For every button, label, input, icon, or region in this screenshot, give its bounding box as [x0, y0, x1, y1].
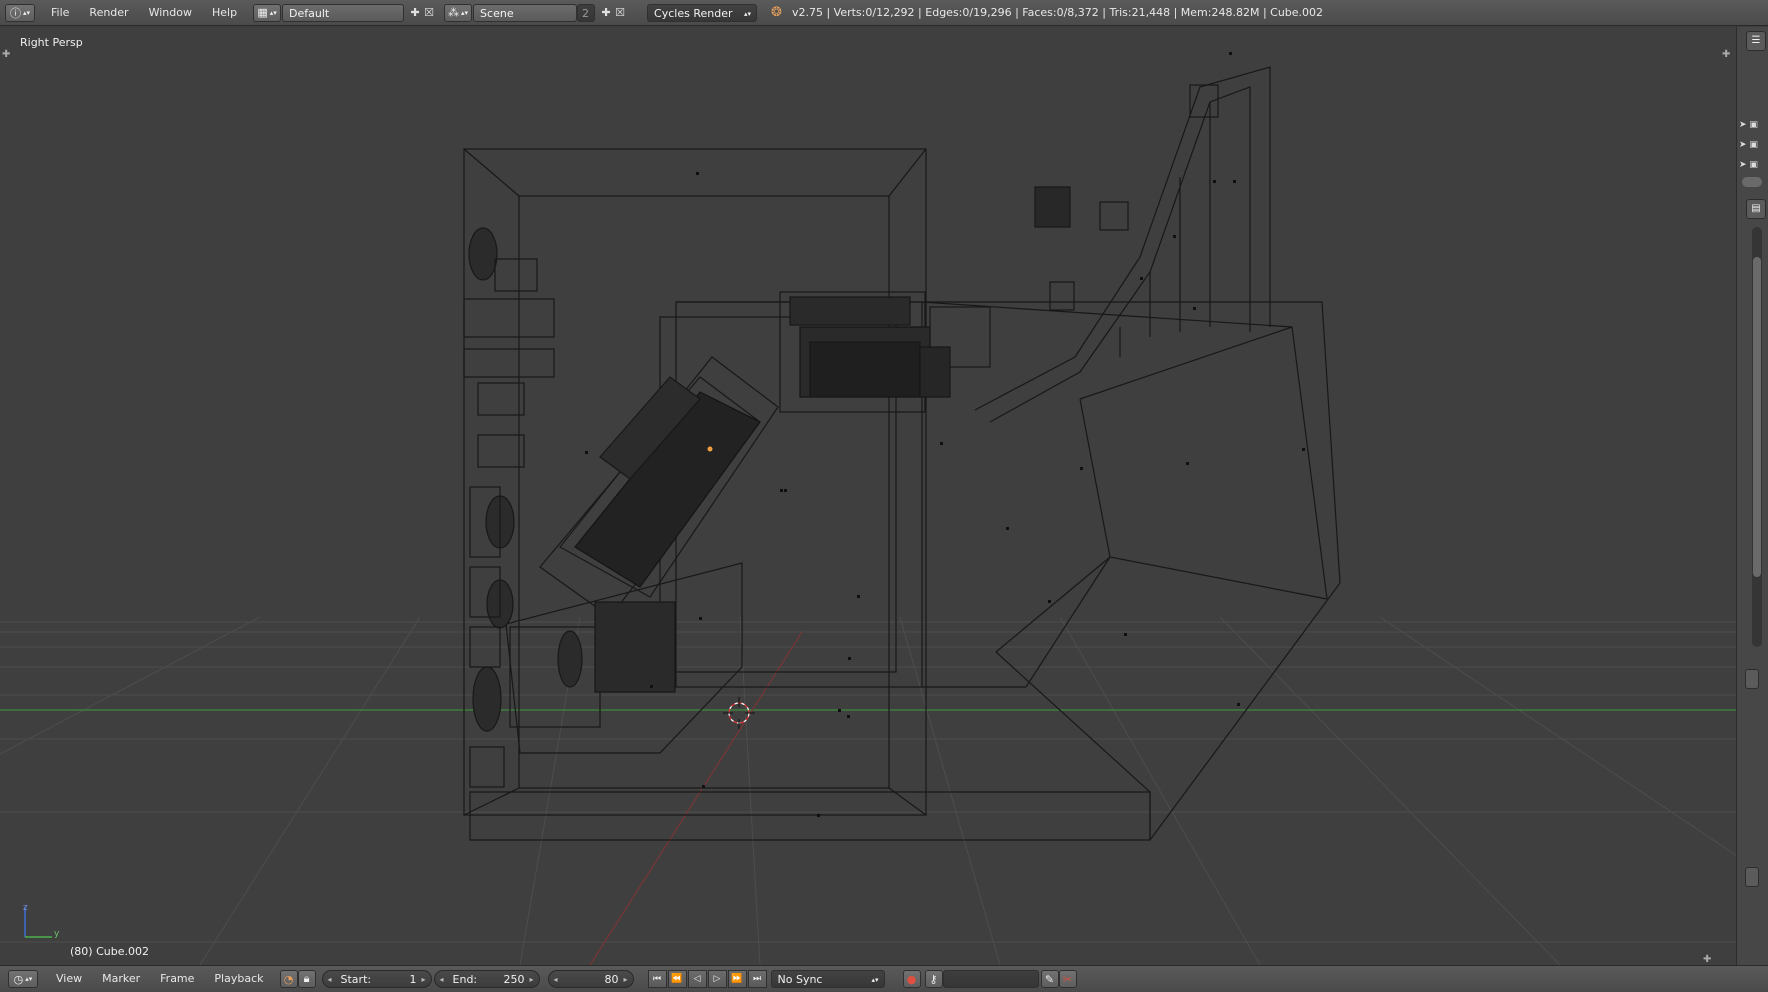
timeline-menu-marker[interactable]: Marker — [92, 966, 150, 992]
axis-gizmo-icon — [24, 907, 52, 938]
menu-window[interactable]: Window — [139, 0, 202, 26]
clock-icon: ◷ — [13, 972, 24, 986]
layout-grid-icon: ▦ — [257, 6, 268, 19]
dropdown-arrows-icon: ▴▾ — [871, 976, 879, 984]
render-engine-dropdown[interactable]: Cycles Render ▴▾ — [647, 3, 758, 22]
end-frame-field[interactable]: ◂ End: 250 ▸ — [433, 970, 540, 989]
add-layout-icon[interactable]: ✚ — [408, 6, 422, 20]
3d-cursor-icon[interactable] — [723, 697, 755, 729]
lock-icon[interactable]: 🔒︎ — [297, 970, 316, 988]
corner-plus-topleft-icon[interactable]: ✚ — [2, 49, 10, 60]
corner-plus-topright-icon[interactable]: ✚ — [1722, 49, 1730, 60]
menu-render[interactable]: Render — [79, 0, 138, 26]
editor-type-button[interactable]: ⓘ ▴▾ — [5, 3, 35, 22]
increment-arrow-icon[interactable]: ▸ — [422, 971, 426, 989]
info-header: ⓘ ▴▾ File Render Window Help ▦ ▴▾ Default … — [0, 0, 1768, 26]
wireframe-model — [463, 66, 1341, 841]
cursor-select-icon[interactable]: ➤ ▣ — [1739, 155, 1758, 175]
timeline-header: ◷ ▴▾ View Marker Frame Playback ◔ 🔒︎ ◂ St… — [0, 965, 1768, 992]
delete-keyframe-icon[interactable]: ✂ — [1058, 970, 1077, 988]
jump-next-keyframe-icon[interactable]: ⏩ — [727, 970, 747, 988]
decrement-arrow-icon[interactable]: ◂ — [440, 971, 444, 989]
record-icon[interactable]: ● — [902, 970, 921, 988]
viewport-canvas[interactable]: ✚ ✚ ✚ — [0, 27, 1736, 965]
sync-mode-label: No Sync — [777, 973, 823, 986]
cursor-select-icon[interactable]: ➤ ▣ — [1739, 115, 1758, 135]
corner-plus-bottomright-icon[interactable]: ✚ — [1703, 954, 1711, 965]
jump-end-icon[interactable]: ⏭ — [747, 970, 767, 988]
insert-keyframe-icon[interactable]: ✎ — [1040, 970, 1059, 988]
timeline-menu-frame[interactable]: Frame — [150, 966, 204, 992]
increment-arrow-icon[interactable]: ▸ — [530, 971, 534, 989]
render-engine-label: Cycles Render — [654, 6, 733, 20]
view-name-label: Right Persp — [20, 36, 83, 49]
active-object-label: (80) Cube.002 — [70, 945, 149, 958]
scene-name-field[interactable]: Scene — [473, 3, 578, 22]
menu-help[interactable]: Help — [202, 0, 247, 26]
start-frame-value: 1 — [409, 973, 417, 986]
sync-mode-dropdown[interactable]: No Sync ▴▾ — [770, 970, 885, 988]
properties-toggle-icon[interactable]: ▤ — [1746, 199, 1766, 219]
increment-arrow-icon[interactable]: ▸ — [624, 971, 628, 989]
add-scene-icon[interactable]: ✚ — [599, 6, 613, 20]
info-icon: ⓘ — [9, 6, 21, 20]
layout-name-field[interactable]: Default — [282, 3, 405, 22]
dropdown-arrows-icon: ▴▾ — [744, 9, 752, 18]
blender-logo-icon: ❂ — [771, 5, 782, 20]
end-frame-label: End: — [452, 973, 478, 986]
cursor-select-icon[interactable]: ➤ ▣ — [1739, 135, 1758, 155]
outliner-toggle-icon[interactable]: ☰ — [1746, 31, 1766, 51]
end-frame-value: 250 — [503, 973, 525, 986]
decrement-arrow-icon[interactable]: ◂ — [328, 971, 332, 989]
scene-stats: v2.75 | Verts:0/12,292 | Edges:0/19,296 … — [791, 6, 1324, 19]
jump-prev-keyframe-icon[interactable]: ⏪ — [667, 970, 687, 988]
jump-start-icon[interactable]: ⏮ — [647, 970, 667, 988]
right-tool-strip: ☰ ➤ ▣ ➤ ▣ ➤ ▣ ▤ — [1736, 27, 1768, 965]
active-object-origin — [707, 446, 713, 452]
timeline-menu-view[interactable]: View — [46, 966, 92, 992]
play-icon[interactable]: ▷ — [707, 970, 727, 988]
keying-set-field[interactable] — [942, 970, 1039, 988]
play-reverse-icon[interactable]: ◁ — [687, 970, 707, 988]
3d-viewport[interactable]: ✚ ✚ ✚ Right Persp z y (80) Cube.002 — [0, 27, 1736, 965]
restrict-columns: ➤ ▣ ➤ ▣ ➤ ▣ — [1739, 115, 1758, 175]
timeline-menu-playback[interactable]: Playback — [204, 966, 273, 992]
axis-z-label: z — [23, 903, 28, 913]
scene-icon: ⁂ — [448, 6, 460, 19]
scrollbar-thumb[interactable] — [1753, 257, 1761, 577]
start-frame-field[interactable]: ◂ Start: 1 ▸ — [321, 970, 432, 989]
toggle-switch-icon[interactable] — [1742, 177, 1762, 187]
current-frame-field[interactable]: ◂ 80 ▸ — [547, 970, 634, 989]
floor-grid — [0, 616, 1736, 965]
delete-layout-icon[interactable]: ☒ — [422, 6, 436, 20]
delete-scene-icon[interactable]: ☒ — [613, 6, 627, 20]
axis-y-label: y — [54, 929, 60, 939]
scene-users-count: 2 — [577, 3, 596, 22]
menu-file[interactable]: File — [41, 0, 79, 26]
playback-controls: ⏮ ⏪ ◁ ▷ ⏩ ⏭ — [647, 970, 767, 988]
decrement-arrow-icon[interactable]: ◂ — [554, 971, 558, 989]
preview-range-icon[interactable]: ◔ — [279, 970, 298, 988]
start-frame-label: Start: — [340, 973, 372, 986]
timeline-editor-type-button[interactable]: ◷ ▴▾ — [8, 970, 38, 988]
scene-select-button[interactable]: ⁂ ▴▾ — [444, 3, 473, 22]
side-tab-handle[interactable] — [1745, 669, 1759, 689]
current-frame-value: 80 — [604, 973, 619, 986]
keying-set-icon[interactable]: ⚷ — [924, 970, 943, 988]
side-tab-handle[interactable] — [1745, 867, 1759, 887]
scrollbar-track[interactable] — [1752, 227, 1762, 647]
screen-layout-button[interactable]: ▦ ▴▾ — [253, 3, 282, 22]
